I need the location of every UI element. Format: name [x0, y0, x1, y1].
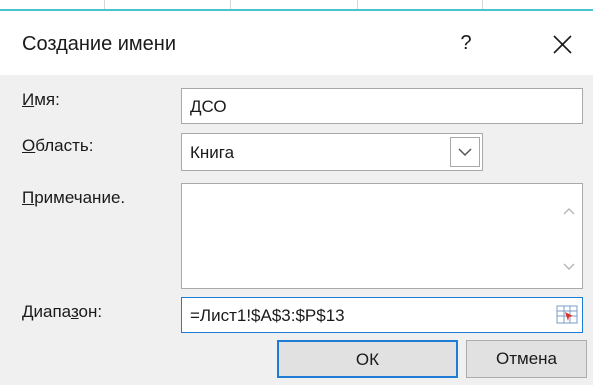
chevron-down-icon [458, 148, 472, 157]
range-label-mnemonic: з [70, 302, 79, 321]
cancel-button[interactable]: Отмена [466, 340, 587, 378]
range-input-value: =Лист1!$A$3:$P$13 [190, 306, 345, 325]
scope-label-text: бласть: [35, 136, 94, 155]
range-label-text-start: Диапа [22, 302, 71, 321]
name-label-text: мя: [34, 90, 60, 109]
scope-label-mnemonic: О [22, 136, 36, 155]
scroll-down-button[interactable] [559, 256, 579, 276]
close-icon [553, 35, 572, 54]
chevron-up-icon [563, 208, 575, 215]
column-divider [357, 0, 358, 9]
comment-label-mnemonic: П [22, 188, 35, 207]
scroll-up-button[interactable] [559, 202, 579, 222]
dialog-title: Создание имени [22, 33, 177, 55]
range-select-icon [556, 305, 578, 324]
scope-select[interactable]: Книга [181, 133, 483, 171]
name-input-value: ДСО [190, 97, 227, 116]
range-input[interactable]: =Лист1!$A$3:$P$13 [181, 297, 583, 333]
column-divider [482, 0, 483, 9]
comment-label: Примечание. [22, 188, 125, 208]
ok-button[interactable]: ОК [277, 340, 458, 378]
name-label: Имя: [22, 90, 60, 110]
comment-textarea[interactable] [181, 183, 583, 289]
spreadsheet-background-strip [0, 0, 593, 11]
new-name-dialog: Создание имени ? Имя: ДСО Область: Книга… [0, 11, 593, 385]
name-input[interactable]: ДСО [181, 88, 583, 124]
range-label: Диапазон: [22, 302, 102, 322]
comment-label-text: римечание. [34, 188, 126, 207]
range-label-text-end: он: [78, 302, 103, 321]
close-button[interactable] [548, 29, 578, 59]
dialog-titlebar: Создание имени ? [0, 11, 593, 75]
name-label-mnemonic: И [22, 90, 35, 109]
chevron-down-icon [563, 263, 575, 270]
scope-label: Область: [22, 136, 93, 156]
column-divider [104, 0, 105, 9]
help-button[interactable]: ? [452, 29, 480, 57]
scope-select-value: Книга [190, 143, 235, 162]
range-select-button[interactable] [554, 302, 580, 328]
scope-dropdown-button[interactable] [450, 137, 480, 167]
column-divider [230, 0, 231, 9]
